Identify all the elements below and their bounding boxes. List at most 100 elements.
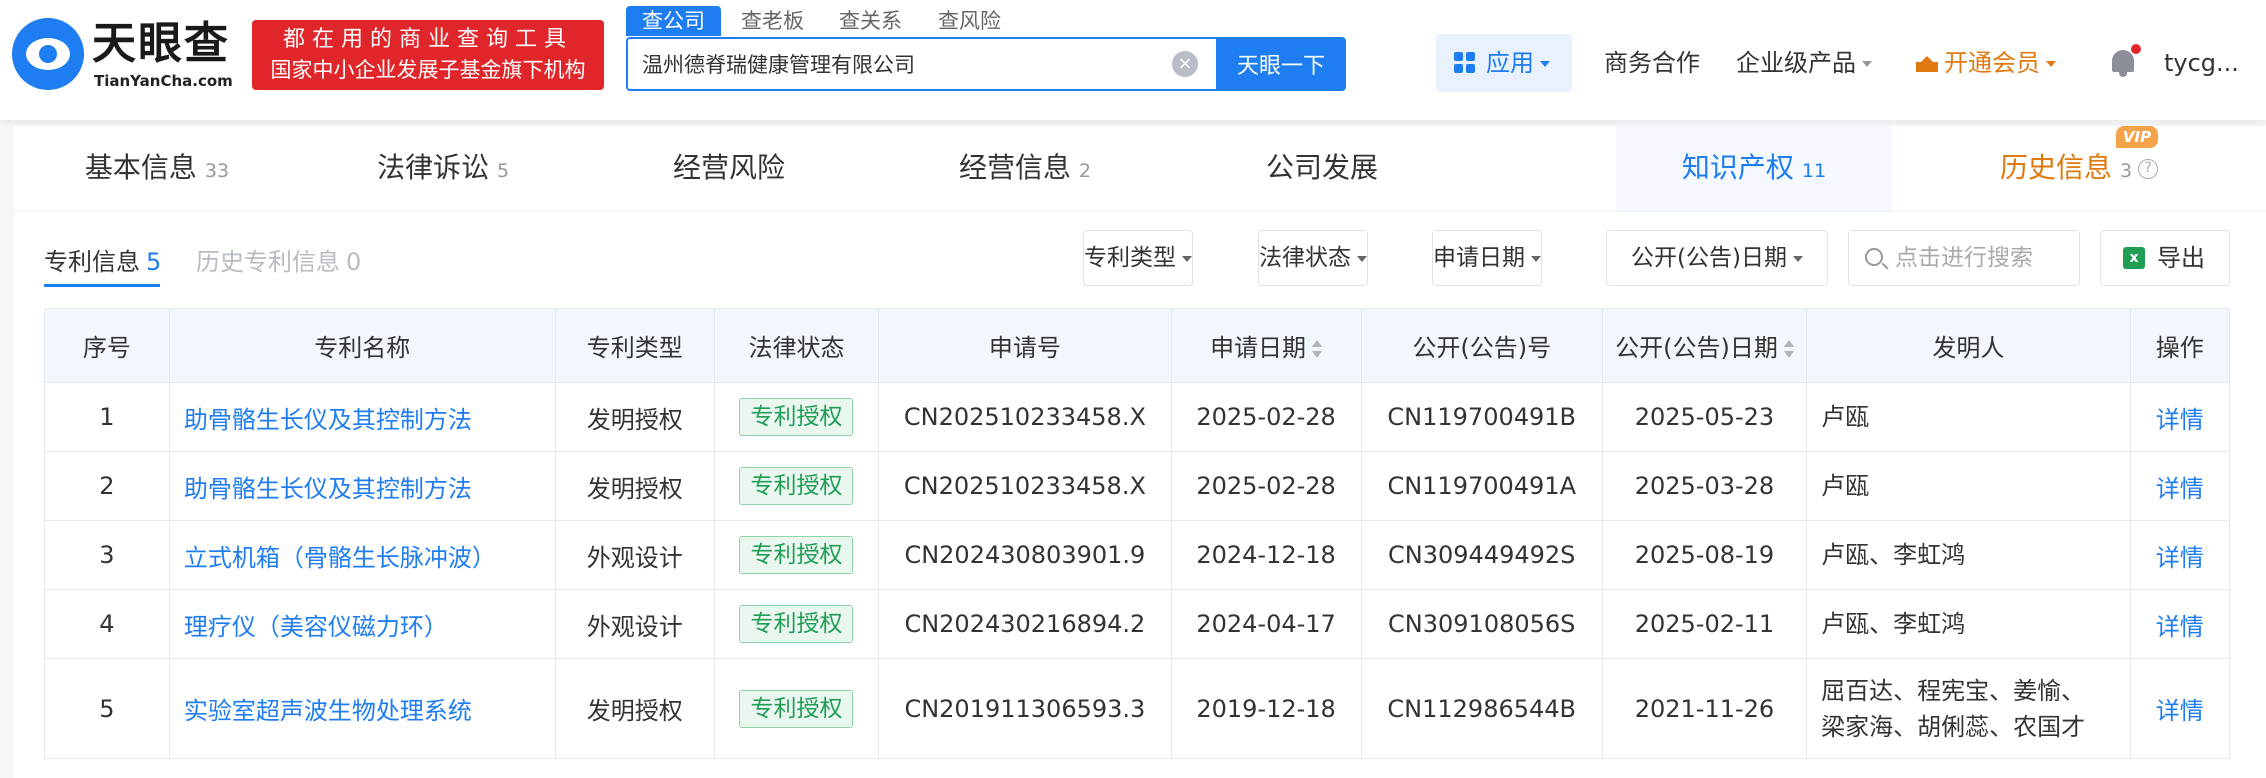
tab-company-development[interactable]: 公司发展 xyxy=(1178,126,1466,210)
subtab-count: 0 xyxy=(346,248,362,276)
cell-status: 专利授权 xyxy=(713,451,880,521)
promo-banner[interactable]: 都在用的商业查询工具 国家中小企业发展子基金旗下机构 xyxy=(252,20,604,90)
tab-label: 历史信息 xyxy=(1999,151,2112,184)
chevron-down-icon xyxy=(1540,61,1550,67)
cell-no: 3 xyxy=(44,520,170,590)
cell-inventors: 卢瓯、李虹鸿 xyxy=(1806,589,2131,659)
help-icon[interactable]: ? xyxy=(2138,159,2159,179)
status-badge: 专利授权 xyxy=(739,467,854,505)
tianyancha-logo[interactable]: 天眼查 TianYanCha.com xyxy=(12,18,242,90)
cell-pub-no: CN112986544B xyxy=(1360,658,1603,759)
patent-name-link[interactable]: 立式机箱（骨骼生长脉冲波） xyxy=(168,520,556,590)
patent-name-link[interactable]: 助骨骼生长仪及其控制方法 xyxy=(168,451,556,521)
publish-date-filter[interactable]: 公开(公告)日期 xyxy=(1606,230,1828,286)
search-tab-relation[interactable]: 查关系 xyxy=(839,6,902,36)
patent-name-link[interactable]: 助骨骼生长仪及其控制方法 xyxy=(168,382,556,452)
status-badge: 专利授权 xyxy=(739,605,854,643)
vip-badge: VIP xyxy=(2116,126,2158,148)
col-header-inventors: 发明人 xyxy=(1806,308,2131,383)
detail-link[interactable]: 详情 xyxy=(2129,589,2231,659)
clear-icon[interactable]: × xyxy=(1172,51,1198,77)
col-header-app-date[interactable]: 申请日期 xyxy=(1170,308,1362,383)
tab-legal-litigation[interactable]: 法律诉讼 5 xyxy=(300,126,586,210)
table-row: 5 实验室超声波生物处理系统 发明授权 专利授权 CN201911306593.… xyxy=(44,658,2231,759)
tab-business-info[interactable]: 经营信息 2 xyxy=(872,126,1178,210)
col-header-pub-date[interactable]: 公开(公告)日期 xyxy=(1601,308,1808,383)
search-input[interactable] xyxy=(642,39,1162,89)
subtab-label: 历史专利信息 xyxy=(196,248,340,276)
sort-icon[interactable] xyxy=(1783,340,1794,358)
cell-app-date: 2024-12-18 xyxy=(1170,520,1362,590)
business-cooperation-link[interactable]: 商务合作 xyxy=(1604,44,1700,82)
search-tab-boss[interactable]: 查老板 xyxy=(741,6,804,36)
inventor-line: 卢瓯 xyxy=(1821,472,1870,500)
cell-app-date: 2019-12-18 xyxy=(1170,658,1362,759)
legal-status-filter[interactable]: 法律状态 xyxy=(1258,230,1368,286)
cell-type: 发明授权 xyxy=(554,382,715,452)
patent-type-filter[interactable]: 专利类型 xyxy=(1083,230,1193,286)
cell-app-no: CN202510233458.X xyxy=(878,451,1172,521)
sort-icon[interactable] xyxy=(1312,340,1323,358)
tab-label: 基本信息 xyxy=(84,151,197,184)
chevron-down-icon xyxy=(1357,255,1367,262)
export-button[interactable]: x 导出 xyxy=(2100,230,2230,286)
cell-app-no: CN201911306593.3 xyxy=(878,658,1172,759)
inventor-line: 卢瓯 xyxy=(1821,403,1870,431)
detail-link[interactable]: 详情 xyxy=(2129,658,2231,759)
tab-count: 2 xyxy=(1078,160,1092,182)
subtab-patent-info[interactable]: 专利信息 5 xyxy=(44,242,161,277)
open-vip-menu[interactable]: 开通会员 xyxy=(1916,44,2056,82)
cell-app-no: CN202430216894.2 xyxy=(878,589,1172,659)
bell-icon[interactable] xyxy=(2110,44,2141,78)
tab-count: 5 xyxy=(496,160,510,182)
col-header-pub-no: 公开(公告)号 xyxy=(1360,308,1603,383)
logo-text-en: TianYanCha.com xyxy=(94,72,233,90)
search-tab-risk[interactable]: 查风险 xyxy=(938,6,1001,36)
col-header-no: 序号 xyxy=(44,308,170,383)
subtab-history-patent[interactable]: 历史专利信息 0 xyxy=(196,242,361,277)
enterprise-products-menu[interactable]: 企业级产品 xyxy=(1736,44,1872,82)
cell-inventors: 卢瓯 xyxy=(1806,382,2131,452)
cell-pub-no: CN119700491A xyxy=(1360,451,1603,521)
tab-intellectual-property[interactable]: 知识产权 11 xyxy=(1616,126,1892,210)
tab-basic-info[interactable]: 基本信息 33 xyxy=(14,126,300,210)
tab-count: 33 xyxy=(204,160,230,182)
search-tab-company[interactable]: 查公司 xyxy=(626,6,721,36)
cell-status: 专利授权 xyxy=(713,520,880,590)
apps-menu-button[interactable]: 应用 xyxy=(1436,34,1572,92)
chevron-down-icon xyxy=(1182,255,1192,262)
table-row: 1 助骨骼生长仪及其控制方法 发明授权 专利授权 CN202510233458.… xyxy=(44,382,2231,452)
top-header: 天眼查 TianYanCha.com 都在用的商业查询工具 国家中小企业发展子基… xyxy=(0,0,2266,120)
tab-business-risk[interactable]: 经营风险 xyxy=(586,126,872,210)
cell-type: 外观设计 xyxy=(554,520,715,590)
col-header-app-no: 申请号 xyxy=(878,308,1172,383)
tab-history-info[interactable]: 历史信息 3? xyxy=(1934,126,2224,210)
col-header-type: 专利类型 xyxy=(554,308,715,383)
subtab-count: 5 xyxy=(146,248,162,276)
promo-line-1: 都在用的商业查询工具 xyxy=(282,27,573,52)
crown-icon xyxy=(1916,56,1938,72)
col-header-name: 专利名称 xyxy=(168,308,556,383)
filter-label: 法律状态 xyxy=(1259,245,1351,271)
inventor-line: 卢瓯、李虹鸿 xyxy=(1821,610,1966,638)
tab-label: 经营信息 xyxy=(958,151,1071,184)
subtab-label: 专利信息 xyxy=(44,248,140,276)
detail-link[interactable]: 详情 xyxy=(2129,382,2231,452)
search-button[interactable]: 天眼一下 xyxy=(1216,37,1346,91)
apps-label: 应用 xyxy=(1486,49,1534,77)
cell-pub-date: 2025-03-28 xyxy=(1601,451,1808,521)
cell-status: 专利授权 xyxy=(713,589,880,659)
search-box: × xyxy=(626,37,1218,91)
chevron-down-icon xyxy=(1531,255,1541,262)
status-badge: 专利授权 xyxy=(739,536,854,574)
patent-name-link[interactable]: 实验室超声波生物处理系统 xyxy=(168,658,556,759)
detail-link[interactable]: 详情 xyxy=(2129,451,2231,521)
cell-no: 4 xyxy=(44,589,170,659)
logo-text-cn: 天眼查 xyxy=(92,18,230,69)
patent-search-input[interactable] xyxy=(1895,231,2075,285)
cell-type: 发明授权 xyxy=(554,451,715,521)
user-account-menu[interactable]: tycg... xyxy=(2164,44,2239,82)
apply-date-filter[interactable]: 申请日期 xyxy=(1432,230,1542,286)
detail-link[interactable]: 详情 xyxy=(2129,520,2231,590)
patent-name-link[interactable]: 理疗仪（美容仪磁力环） xyxy=(168,589,556,659)
